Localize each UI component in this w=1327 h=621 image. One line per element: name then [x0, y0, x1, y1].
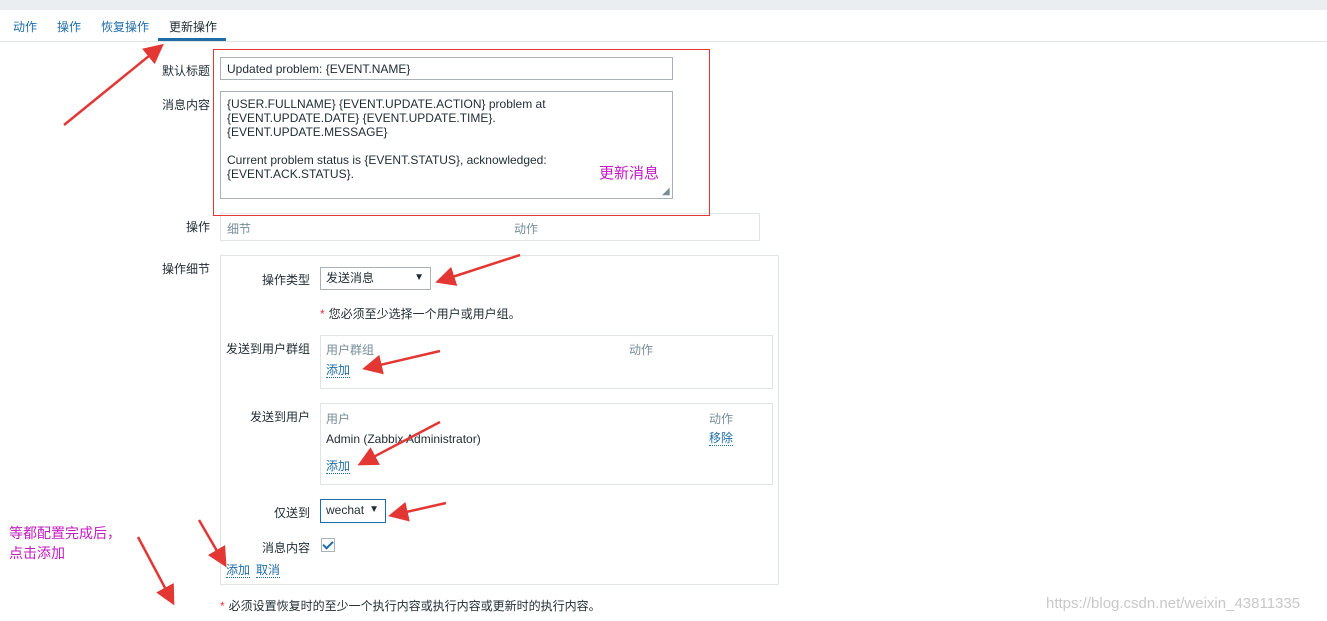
arrow-to-add-button [197, 519, 227, 568]
arrow-to-update-tab [63, 43, 164, 126]
arrow-to-add-user [357, 420, 441, 466]
annotation-arrows [63, 43, 521, 606]
arrow-to-footer [136, 536, 175, 606]
arrow-to-operation-type [435, 253, 521, 286]
watermark: https://blog.csdn.net/weixin_43811335 [1046, 595, 1301, 612]
arrow-to-add-user-group [362, 349, 441, 375]
arrow-to-send-only [388, 501, 447, 522]
